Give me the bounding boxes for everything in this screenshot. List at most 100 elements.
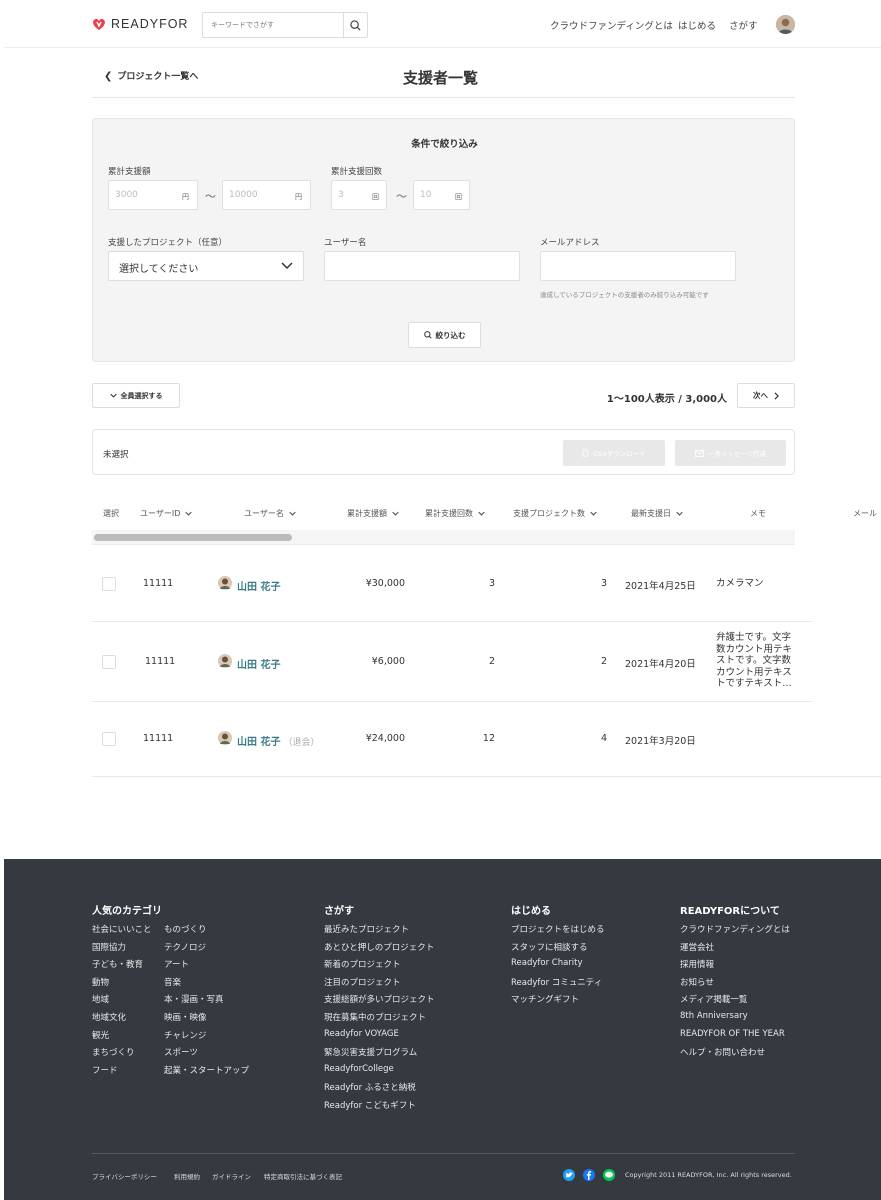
row-checkbox[interactable]	[102, 577, 116, 591]
select-all-button[interactable]: 全員選択する	[92, 383, 180, 408]
amount-min-input[interactable]: 3000 円	[108, 180, 198, 210]
row-checkbox[interactable]	[102, 732, 116, 746]
footer-category-link[interactable]: スポーツ	[164, 1046, 198, 1058]
user-id: 11111	[143, 578, 174, 589]
username-link[interactable]: 山田 花子 （退会）	[237, 733, 320, 748]
column-header-email: メール	[853, 509, 877, 518]
count-min-input[interactable]: 3 回	[331, 180, 387, 210]
next-page-button[interactable]: 次へ	[737, 383, 795, 408]
username-link[interactable]: 山田 花子	[237, 656, 280, 671]
csv-download-button[interactable]: CSVダウンロード	[563, 440, 665, 466]
withdrawn-label: （退会）	[283, 738, 320, 748]
column-header-latest-date[interactable]: 最新支援日	[631, 508, 683, 519]
footer-category-link[interactable]: 地域文化	[92, 1011, 126, 1023]
footer-category-link[interactable]: まちづくり	[92, 1046, 135, 1058]
site-footer: 人気のカテゴリ 社会にいいこと 国際協力 子ども・教育 動物 地域 地域文化 観光 まちづくり…	[4, 859, 881, 1200]
bulk-message-button[interactable]: 一斉メッセージ作成	[675, 440, 786, 466]
footer-about-link[interactable]: クラウドファンディングとは	[680, 923, 790, 935]
column-header-total-amount[interactable]: 累計支援額	[347, 508, 399, 519]
email-label: メールアドレス	[540, 238, 600, 248]
footer-privacy-link[interactable]: プライバシーポリシー	[92, 1171, 157, 1181]
count-max-input[interactable]: 10 回	[413, 180, 470, 210]
filter-submit-button[interactable]: 絞り込む	[408, 322, 481, 348]
logo[interactable]: READYFOR	[92, 17, 188, 31]
footer-start-link[interactable]: Readyfor コミュニティ	[511, 976, 602, 988]
footer-category-link[interactable]: 起業・スタートアップ	[164, 1064, 249, 1076]
column-header-user-id[interactable]: ユーザーID	[140, 508, 193, 519]
nav-start[interactable]: はじめる	[678, 18, 716, 32]
footer-search-link[interactable]: ReadyforCollege	[324, 1064, 394, 1074]
count-min-value: 3	[338, 190, 344, 200]
nav-about-crowdfunding[interactable]: クラウドファンディングとは	[550, 18, 673, 32]
username-input[interactable]	[324, 251, 520, 281]
footer-terms-link[interactable]: 利用規約	[174, 1171, 200, 1181]
footer-about-link[interactable]: お知らせ	[680, 976, 714, 988]
footer-search-link[interactable]: 支援総額が多いプロジェクト	[324, 993, 435, 1005]
facebook-icon[interactable]	[583, 1169, 595, 1181]
footer-search-link[interactable]: 新着のプロジェクト	[324, 958, 401, 970]
footer-category-link[interactable]: ものづくり	[164, 923, 207, 935]
footer-category-link[interactable]: テクノロジ	[164, 941, 206, 953]
footer-search-link[interactable]: 最近みたプロジェクト	[324, 923, 409, 935]
footer-search-link[interactable]: Readyfor VOYAGE	[324, 1029, 399, 1039]
footer-about-link[interactable]: メディア掲載一覧	[680, 993, 747, 1005]
footer-search-link[interactable]: あとひと押しのプロジェクト	[324, 941, 434, 953]
footer-category-link[interactable]: 地域	[92, 993, 109, 1005]
sort-chevron-icon	[590, 511, 597, 516]
footer-start-link[interactable]: スタッフに相談する	[511, 941, 588, 953]
latest-date: 2021年3月20日	[625, 736, 696, 747]
nav-search[interactable]: さがす	[729, 18, 758, 32]
footer-about-link[interactable]: 採用情報	[680, 958, 714, 970]
amount-range-tilde: 〜	[205, 190, 216, 203]
footer-about-link[interactable]: 運営会社	[680, 941, 714, 953]
project-select-value: 選択してください	[119, 264, 199, 275]
row-checkbox[interactable]	[102, 655, 116, 669]
horizontal-scrollbar[interactable]	[92, 530, 795, 545]
footer-about-link[interactable]: ヘルプ・お問い合わせ	[680, 1046, 765, 1058]
footer-category-link[interactable]: 動物	[92, 976, 109, 988]
footer-category-link[interactable]: フード	[92, 1064, 118, 1076]
amount-max-input[interactable]: 10000 円	[222, 180, 311, 210]
sort-chevron-icon	[478, 511, 485, 516]
footer-start-link[interactable]: プロジェクトをはじめる	[511, 923, 605, 935]
footer-search-link[interactable]: 注目のプロジェクト	[324, 976, 401, 988]
scrollbar-thumb[interactable]	[94, 534, 292, 541]
chevron-down-icon	[281, 262, 293, 270]
footer-category-link[interactable]: チャレンジ	[164, 1029, 206, 1041]
footer-category-link[interactable]: 本・漫画・写真	[164, 993, 224, 1005]
footer-commerce-law-link[interactable]: 特定商取引法に基づく表記	[264, 1171, 342, 1181]
search-icon	[423, 331, 432, 339]
sort-chevron-icon	[185, 511, 193, 516]
footer-search-link[interactable]: Readyfor こどもギフト	[324, 1099, 416, 1111]
column-header-project-count[interactable]: 支援プロジェクト数	[513, 508, 597, 519]
page-title: 支援者一覧	[402, 69, 478, 87]
project-select[interactable]: 選択してください	[108, 251, 304, 281]
footer-start-link[interactable]: Readyfor Charity	[511, 958, 583, 968]
footer-category-link[interactable]: 映画・映像	[164, 1011, 207, 1023]
line-icon[interactable]	[603, 1169, 615, 1181]
twitter-icon[interactable]	[563, 1169, 575, 1181]
footer-search-link[interactable]: Readyfor ふるさと納税	[324, 1081, 416, 1093]
footer-about-link[interactable]: 8th Anniversary	[680, 1011, 748, 1021]
search-input[interactable]	[203, 13, 343, 37]
username-link[interactable]: 山田 花子	[237, 578, 280, 593]
footer-category-link[interactable]: アート	[164, 958, 189, 970]
footer-category-link[interactable]: 社会にいいこと	[92, 923, 152, 935]
bulk-message-label: 一斉メッセージ作成	[707, 450, 767, 458]
select-all-label: 全員選択する	[120, 391, 163, 400]
footer-category-link[interactable]: 子ども・教育	[92, 958, 143, 970]
footer-guidelines-link[interactable]: ガイドライン	[212, 1171, 251, 1181]
column-header-support-count[interactable]: 累計支援回数	[425, 508, 485, 519]
footer-category-link[interactable]: 国際協力	[92, 941, 126, 953]
footer-category-link[interactable]: 音楽	[164, 976, 181, 988]
footer-category-link[interactable]: 観光	[92, 1029, 109, 1041]
footer-search-link[interactable]: 緊急災害支援プログラム	[324, 1046, 417, 1058]
footer-about-link[interactable]: READYFOR OF THE YEAR	[680, 1029, 785, 1039]
user-avatar[interactable]	[776, 15, 795, 34]
footer-search-link[interactable]: 現在募集中のプロジェクト	[324, 1011, 426, 1023]
amount-max-unit: 円	[295, 193, 302, 201]
email-input[interactable]	[540, 251, 736, 281]
footer-start-link[interactable]: マッチングギフト	[511, 993, 579, 1005]
column-header-username[interactable]: ユーザー名	[244, 508, 296, 519]
search-button[interactable]	[343, 13, 367, 37]
